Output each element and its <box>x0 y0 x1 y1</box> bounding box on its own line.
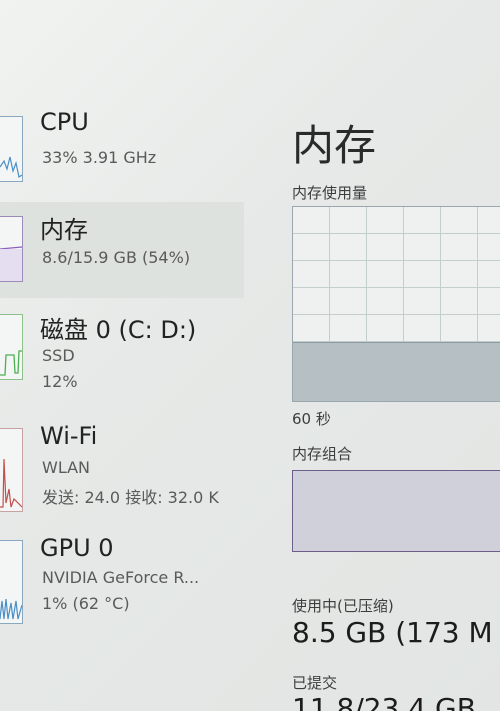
cpu-title: CPU <box>40 108 89 136</box>
memory-detail-pane: 内存 内存使用量 60 秒 内存组合 使用中(已压缩) 8.5 GB (173 … <box>262 0 500 711</box>
in-use-label: 使用中(已压缩) <box>292 597 394 615</box>
disk-title: 磁盘 0 (C: D:) <box>40 316 197 344</box>
time-axis-label: 60 秒 <box>292 410 331 428</box>
in-use-value: 8.5 GB (173 M <box>292 616 493 649</box>
memory-title: 内存 <box>40 216 88 244</box>
memory-mini-graph <box>0 216 23 282</box>
memory-usage-graph <box>292 206 500 402</box>
task-manager-window: CPU 33% 3.91 GHz 内存 8.6/15.9 GB (54%) 磁盘 <box>0 0 500 711</box>
wifi-throughput: 发送: 24.0 接收: 32.0 K <box>42 488 219 507</box>
page-title: 内存 <box>292 121 377 170</box>
cpu-usage: 33% 3.91 GHz <box>42 148 157 167</box>
wifi-mini-graph <box>0 428 23 512</box>
memory-usage-fill <box>293 342 500 401</box>
memory-composition-bar <box>292 470 500 552</box>
disk-mini-graph <box>0 314 23 380</box>
disk-type: SSD <box>42 346 75 365</box>
sidebar-item-cpu[interactable]: CPU 33% 3.91 GHz <box>0 100 262 200</box>
gpu-usage: 1% (62 °C) <box>42 594 130 613</box>
memory-usage-label: 内存使用量 <box>292 184 368 202</box>
performance-sidebar: CPU 33% 3.91 GHz 内存 8.6/15.9 GB (54%) 磁盘 <box>0 0 262 711</box>
sidebar-item-gpu[interactable]: GPU 0 NVIDIA GeForce R... 1% (62 °C) <box>0 530 262 630</box>
gpu-mini-graph <box>0 540 23 624</box>
disk-usage: 12% <box>42 372 78 391</box>
gpu-model: NVIDIA GeForce R... <box>42 568 200 587</box>
sidebar-item-wifi[interactable]: Wi-Fi WLAN 发送: 24.0 接收: 32.0 K <box>0 418 262 518</box>
committed-value: 11.8/23.4 GB <box>292 692 476 711</box>
memory-composition-label: 内存组合 <box>292 445 353 463</box>
wifi-title: Wi-Fi <box>40 422 98 450</box>
gpu-title: GPU 0 <box>40 534 114 562</box>
sidebar-item-memory[interactable]: 内存 8.6/15.9 GB (54%) <box>0 202 262 302</box>
sidebar-item-disk[interactable]: 磁盘 0 (C: D:) SSD 12% <box>0 306 262 406</box>
committed-label: 已提交 <box>292 674 338 692</box>
memory-usage: 8.6/15.9 GB (54%) <box>42 248 191 267</box>
wifi-adapter: WLAN <box>42 458 91 477</box>
cpu-mini-graph <box>0 116 23 182</box>
